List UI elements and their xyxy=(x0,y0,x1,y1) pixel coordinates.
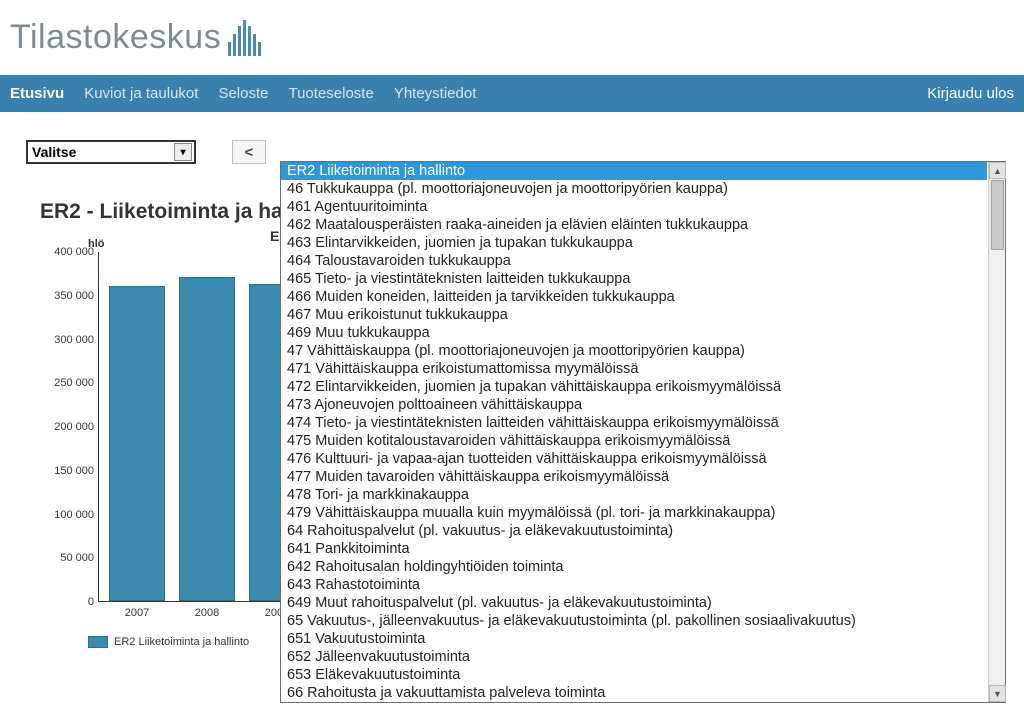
navbar: Etusivu Kuviot ja taulukot Seloste Tuote… xyxy=(0,75,1024,112)
dropdown-item[interactable]: 461 Agentuuritoiminta xyxy=(281,198,987,216)
nav-seloste[interactable]: Seloste xyxy=(218,85,268,102)
logout-link[interactable]: Kirjaudu ulos xyxy=(927,85,1014,102)
dropdown-item[interactable]: 66 Rahoitusta ja vakuuttamista palveleva… xyxy=(281,684,987,702)
y-tick: 350 000 xyxy=(40,290,94,302)
legend-label: ER2 Liiketoiminta ja hallinto xyxy=(114,636,249,648)
brand-logo-icon xyxy=(227,20,262,56)
category-dropdown[interactable]: ER2 Liiketoiminta ja hallinto46 Tukkukau… xyxy=(280,161,1006,703)
dropdown-item[interactable]: 642 Rahoitusalan holdingyhtiöiden toimin… xyxy=(281,558,987,576)
legend-swatch-icon xyxy=(88,636,108,648)
y-tick: 50 000 xyxy=(40,552,94,564)
bar xyxy=(179,277,235,601)
dropdown-item[interactable]: 47 Vähittäiskauppa (pl. moottoriajoneuvo… xyxy=(281,342,987,360)
x-tick: 2007 xyxy=(109,607,165,619)
dropdown-item[interactable]: 463 Elintarvikkeiden, juomien ja tupakan… xyxy=(281,234,987,252)
dropdown-item[interactable]: 471 Vähittäiskauppa erikoistumattomissa … xyxy=(281,360,987,378)
dropdown-item[interactable]: 479 Vähittäiskauppa muualla kuin myymälö… xyxy=(281,504,987,522)
nav-yhteystiedot[interactable]: Yhteystiedot xyxy=(394,85,477,102)
dropdown-item[interactable]: 466 Muiden koneiden, laitteiden ja tarvi… xyxy=(281,288,987,306)
dropdown-item[interactable]: 464 Taloustavaroiden tukkukauppa xyxy=(281,252,987,270)
dropdown-item[interactable]: 474 Tieto- ja viestintäteknisten laittei… xyxy=(281,414,987,432)
dropdown-item[interactable]: 475 Muiden kotitaloustavaroiden vähittäi… xyxy=(281,432,987,450)
nav-etusivu[interactable]: Etusivu xyxy=(10,85,64,102)
chevron-down-icon: ▾ xyxy=(174,143,192,161)
dropdown-item[interactable]: 643 Rahastotoiminta xyxy=(281,576,987,594)
y-tick: 100 000 xyxy=(40,509,94,521)
scroll-thumb[interactable] xyxy=(991,180,1004,250)
dropdown-item[interactable]: 465 Tieto- ja viestintäteknisten laittei… xyxy=(281,270,987,288)
dropdown-item[interactable]: 477 Muiden tavaroiden vähittäiskauppa er… xyxy=(281,468,987,486)
dropdown-item[interactable]: 65 Vakuutus-, jälleenvakuutus- ja eläkev… xyxy=(281,612,987,630)
brand-name: Tilastokeskus xyxy=(10,18,221,57)
scroll-up-icon[interactable]: ▲ xyxy=(989,162,1006,179)
x-tick: 2008 xyxy=(179,607,235,619)
dropdown-item[interactable]: 476 Kulttuuri- ja vapaa-ajan tuotteiden … xyxy=(281,450,987,468)
group-select-value: Valitse xyxy=(32,144,76,160)
y-tick: 150 000 xyxy=(40,465,94,477)
dropdown-item[interactable]: 653 Eläkevakuutustoiminta xyxy=(281,666,987,684)
dropdown-item[interactable]: 46 Tukkukauppa (pl. moottoriajoneuvojen … xyxy=(281,180,987,198)
y-tick: 400 000 xyxy=(40,246,94,258)
dropdown-item[interactable]: 467 Muu erikoistunut tukkukauppa xyxy=(281,306,987,324)
dropdown-item[interactable]: 652 Jälleenvakuutustoiminta xyxy=(281,648,987,666)
dropdown-scrollbar[interactable]: ▲ ▼ xyxy=(988,162,1005,702)
y-tick: 0 xyxy=(40,596,94,608)
header: Tilastokeskus xyxy=(0,0,1024,75)
toolbar: Valitse ▾ < xyxy=(0,112,1024,164)
dropdown-item[interactable]: 469 Muu tukkukauppa xyxy=(281,324,987,342)
back-button[interactable]: < xyxy=(232,140,266,164)
dropdown-item[interactable]: 651 Vakuutustoiminta xyxy=(281,630,987,648)
dropdown-item[interactable]: 473 Ajoneuvojen polttoaineen vähittäiska… xyxy=(281,396,987,414)
y-tick: 200 000 xyxy=(40,421,94,433)
nav-tuoteseloste[interactable]: Tuoteseloste xyxy=(288,85,373,102)
y-tick: 300 000 xyxy=(40,334,94,346)
chart-legend: ER2 Liiketoiminta ja hallinto xyxy=(88,636,249,648)
bar xyxy=(109,286,165,601)
nav-kuviot[interactable]: Kuviot ja taulukot xyxy=(84,85,198,102)
y-tick: 250 000 xyxy=(40,377,94,389)
dropdown-item[interactable]: 462 Maatalousperäisten raaka-aineiden ja… xyxy=(281,216,987,234)
dropdown-item[interactable]: 641 Pankkitoiminta xyxy=(281,540,987,558)
dropdown-item[interactable]: 649 Muut rahoituspalvelut (pl. vakuutus-… xyxy=(281,594,987,612)
dropdown-item[interactable]: 472 Elintarvikkeiden, juomien ja tupakan… xyxy=(281,378,987,396)
dropdown-item[interactable]: ER2 Liiketoiminta ja hallinto xyxy=(281,162,987,180)
dropdown-item[interactable]: 478 Tori- ja markkinakauppa xyxy=(281,486,987,504)
group-select[interactable]: Valitse ▾ xyxy=(26,140,196,164)
dropdown-item[interactable]: 64 Rahoituspalvelut (pl. vakuutus- ja el… xyxy=(281,522,987,540)
scroll-down-icon[interactable]: ▼ xyxy=(989,685,1006,702)
